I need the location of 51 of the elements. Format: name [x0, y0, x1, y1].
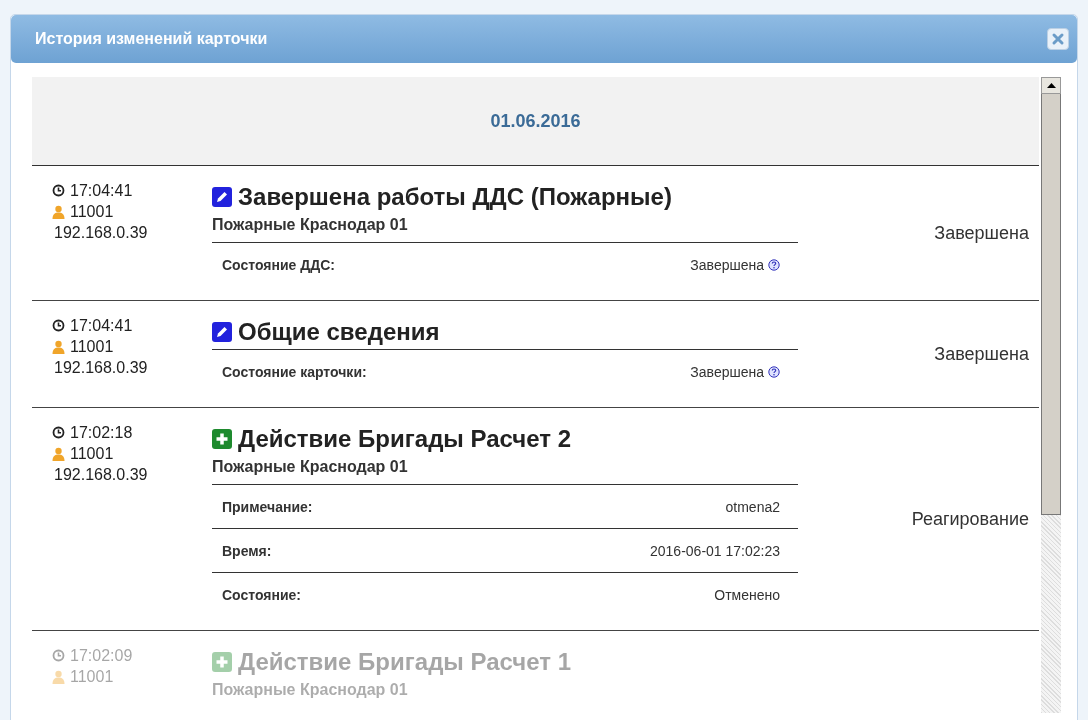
entry-title: Действие Бригады Расчет 1: [238, 648, 572, 676]
field-value: 2016-06-01 17:02:23: [650, 542, 780, 559]
clock-icon: [52, 649, 65, 662]
user-id: 11001: [70, 667, 114, 686]
user-id: 11001: [70, 202, 114, 221]
field-label: Примечание:: [222, 498, 313, 515]
field-value: otmena2: [725, 498, 780, 515]
time-text: 17:02:09: [70, 646, 133, 665]
entry-title: Общие сведения: [238, 318, 440, 346]
field-value: Отменено: [714, 586, 780, 603]
clock-icon: [52, 319, 65, 332]
user-id: 11001: [70, 337, 114, 356]
entry-subtitle: Пожарные Краснодар 01: [212, 680, 409, 700]
close-icon: [1051, 32, 1065, 46]
entry-title: Завершена работы ДДС (Пожарные): [238, 183, 672, 211]
user-icon: [52, 204, 65, 219]
ip-address: 192.168.0.39: [54, 358, 148, 377]
date-text: 01.06.2016: [490, 110, 581, 132]
field-label: Время:: [222, 542, 272, 559]
window-title: История изменений карточки: [35, 30, 268, 48]
user-icon: [52, 446, 65, 461]
ip-address: 192.168.0.39: [54, 465, 148, 484]
entry-subtitle: Пожарные Краснодар 01: [212, 457, 409, 477]
ip-address: 192.168.0.39: [54, 223, 148, 242]
help-icon[interactable]: [768, 258, 780, 271]
user-icon: [52, 669, 65, 684]
field-value: Завершена: [690, 363, 764, 380]
plus-icon: [212, 429, 232, 449]
clock-icon: [52, 184, 65, 197]
entry-title: Действие Бригады Расчет 2: [238, 425, 572, 453]
pencil-icon: [212, 187, 232, 207]
time-text: 17:02:18: [70, 423, 133, 442]
user-id: 11001: [70, 444, 114, 463]
field-label: Состояние ДДС:: [222, 256, 335, 273]
scrollbar[interactable]: [1041, 77, 1061, 713]
time-text: 17:04:41: [70, 316, 133, 335]
entry-subtitle: Пожарные Краснодар 01: [212, 215, 409, 235]
entry-status: Завершена: [934, 343, 1029, 365]
field-label: Состояние карточки:: [222, 363, 367, 380]
pencil-icon: [212, 322, 232, 342]
plus-icon: [212, 652, 232, 672]
close-button[interactable]: [1047, 28, 1069, 50]
field-label: Состояние:: [222, 586, 301, 603]
user-icon: [52, 339, 65, 354]
help-icon[interactable]: [768, 365, 780, 378]
scrollbar-thumb[interactable]: [1041, 94, 1061, 515]
entry-status: Завершена: [934, 222, 1029, 244]
time-text: 17:04:41: [70, 181, 133, 200]
field-value: Завершена: [690, 256, 764, 273]
clock-icon: [52, 426, 65, 439]
entry-status: Реагирование: [911, 508, 1029, 530]
